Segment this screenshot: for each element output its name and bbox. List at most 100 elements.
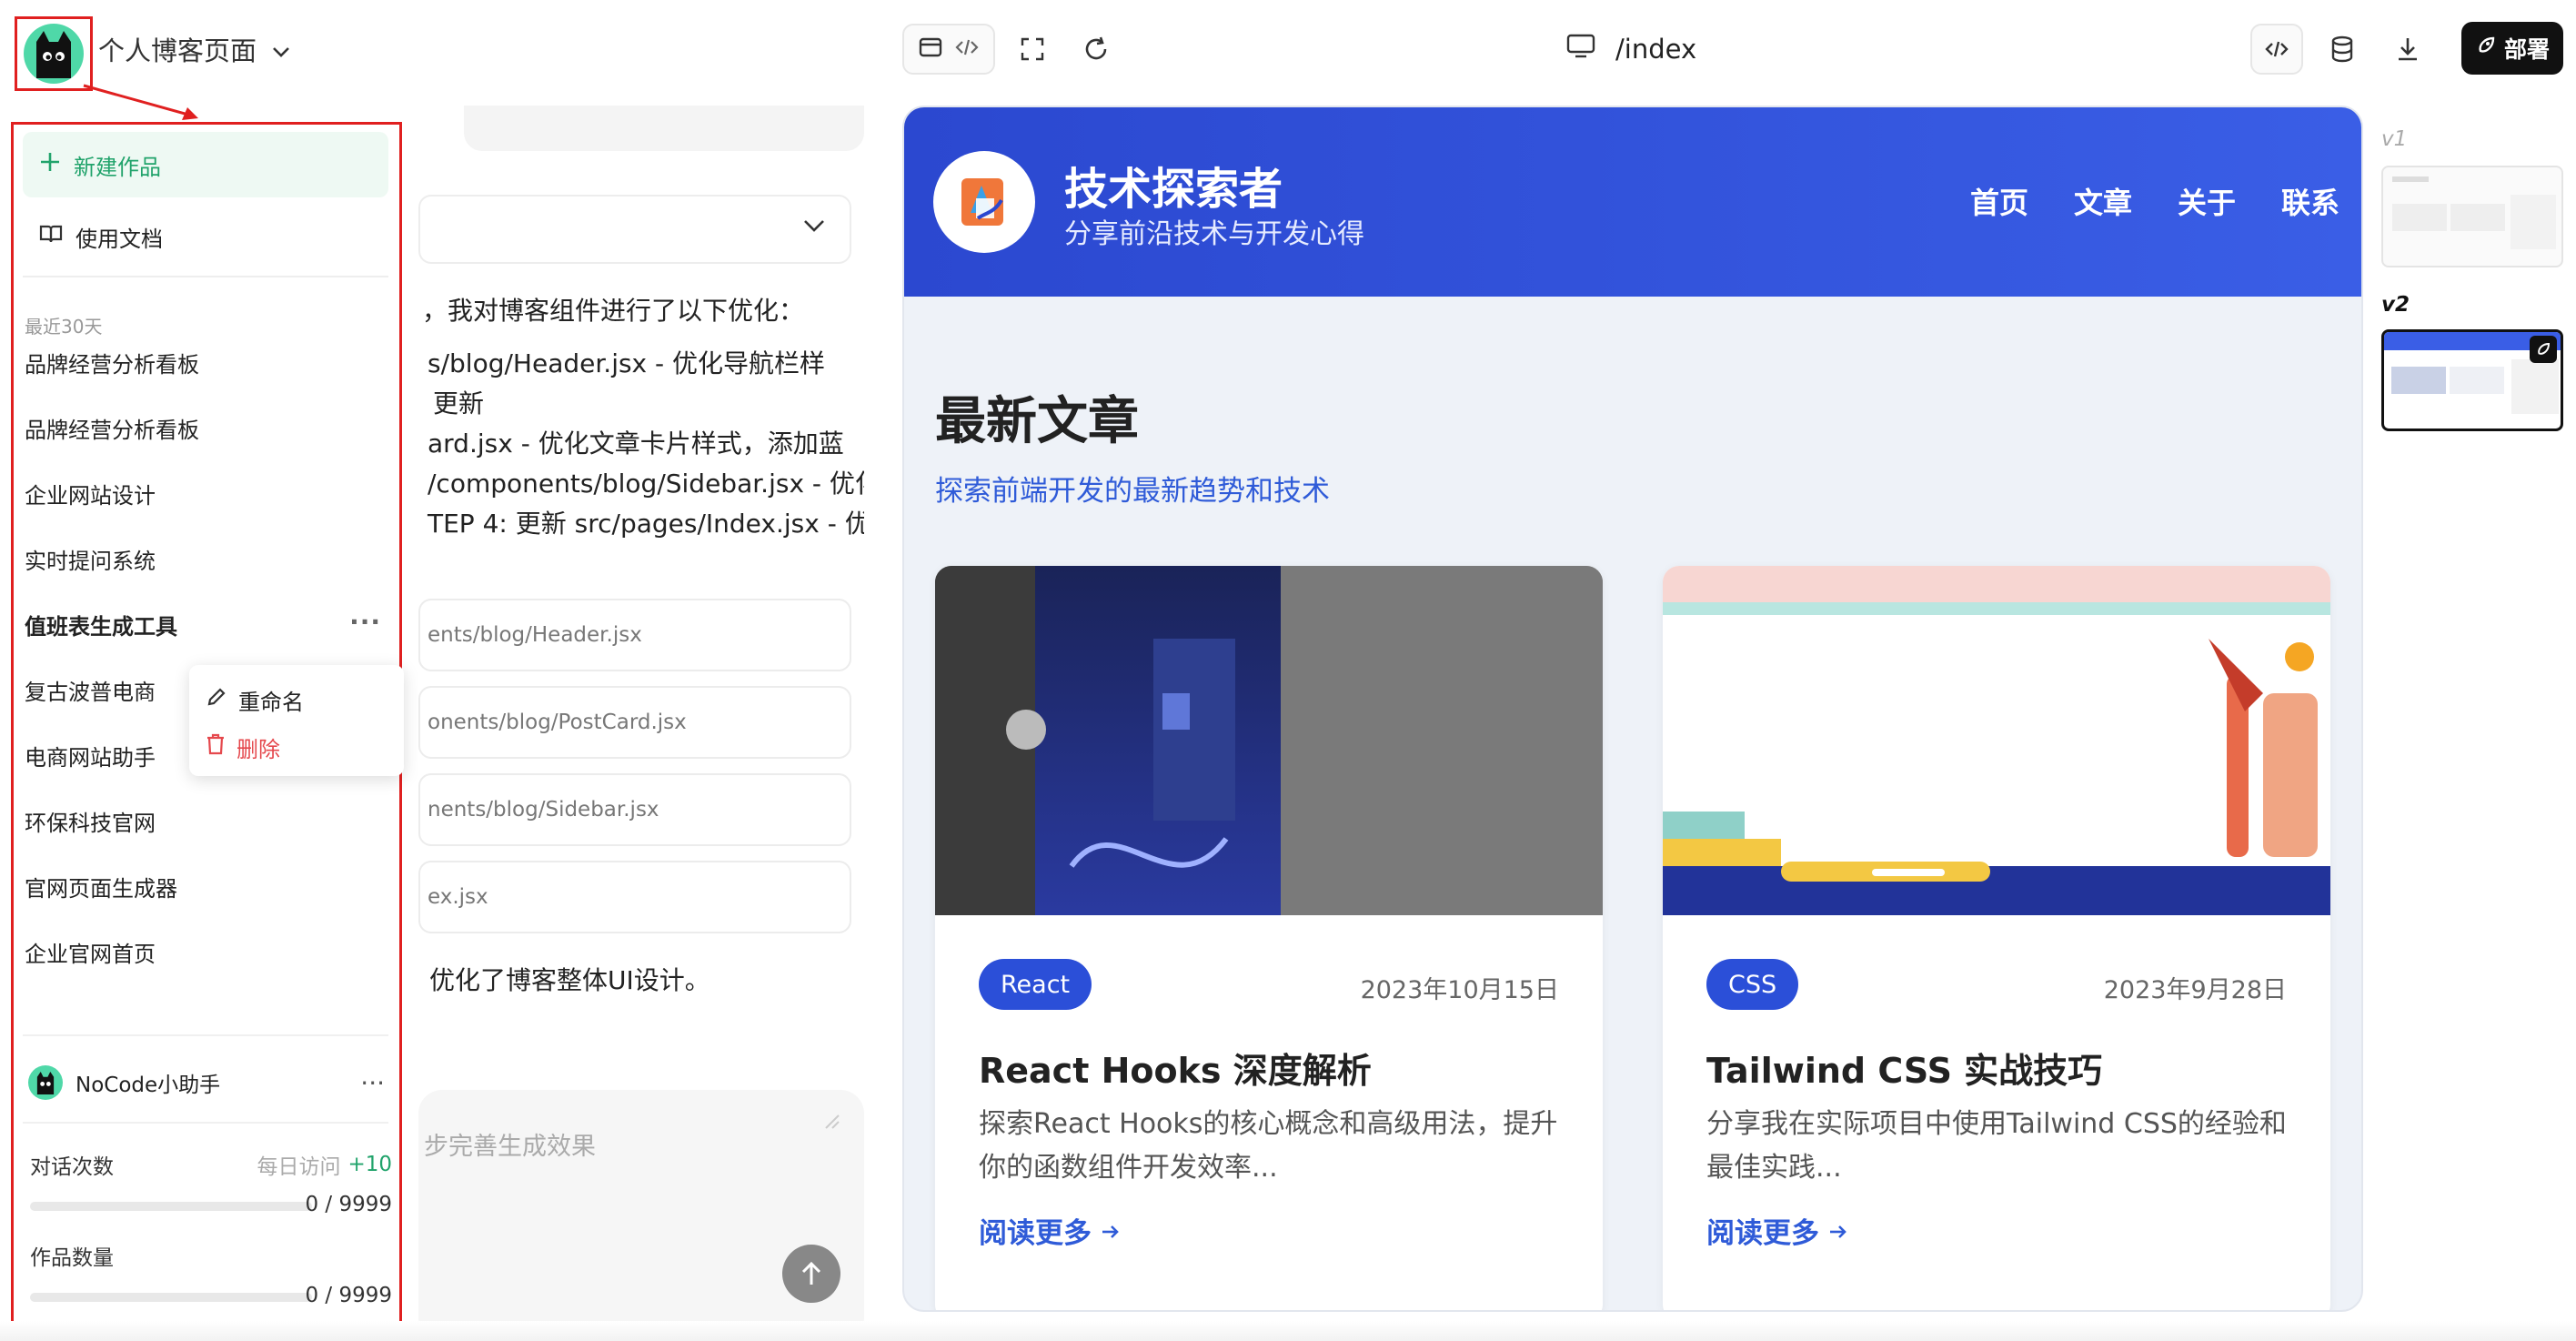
site-preview: 技术探索者 分享前沿技术与开发心得 首页 文章 关于 联系 最新文章 探索前端开… bbox=[902, 106, 2363, 1312]
chat-input-placeholder: 步完善生成效果 bbox=[424, 1133, 596, 1161]
context-menu: 重命名 删除 bbox=[189, 665, 404, 776]
monitor-icon[interactable] bbox=[1566, 33, 1595, 66]
chat-panel: ，我对博客组件进行了以下优化： s/blog/Header.jsx - 优化导航… bbox=[418, 106, 864, 1341]
new-work-label: 新建作品 bbox=[74, 154, 161, 180]
post-image-illustration bbox=[1663, 566, 2330, 915]
arrow-up-icon bbox=[801, 1261, 821, 1285]
plus-icon bbox=[39, 151, 61, 178]
file-card[interactable]: nents/blog/Sidebar.jsx bbox=[418, 773, 851, 846]
nav-contact[interactable]: 联系 bbox=[2281, 180, 2340, 222]
arrow-right-icon bbox=[1828, 1215, 1848, 1247]
file-card[interactable]: ents/blog/Header.jsx bbox=[418, 599, 851, 671]
rocket-icon bbox=[2530, 336, 2557, 363]
fullscreen-button[interactable] bbox=[1006, 24, 1059, 75]
project-title: 个人博客页面 bbox=[98, 35, 257, 66]
chat-line: TEP 4: 更新 src/pages/Index.jsx - 优 bbox=[428, 509, 864, 539]
browser-icon[interactable] bbox=[919, 36, 942, 62]
sidebar-panel: 新建作品 使用文档 最近30天 品牌经营分析看板 品牌经营分析看板 企业网站设计… bbox=[11, 122, 404, 1332]
site-logo[interactable] bbox=[933, 151, 1035, 253]
assistant-name: NoCode小助手 bbox=[75, 1074, 221, 1097]
database-icon bbox=[2331, 35, 2353, 63]
new-work-button[interactable]: 新建作品 bbox=[23, 132, 388, 197]
download-button[interactable] bbox=[2381, 24, 2434, 75]
view-toggle[interactable] bbox=[902, 24, 995, 75]
sidebar-item-label: 实时提问系统 bbox=[25, 548, 156, 574]
assistant-account[interactable]: NoCode小助手 ··· bbox=[28, 1051, 392, 1114]
rename-menu-item[interactable]: 重命名 bbox=[206, 676, 387, 723]
post-card[interactable]: CSS 2023年9月28日 Tailwind CSS 实战技巧 分享我在实际项… bbox=[1663, 566, 2330, 1310]
works-progress-bar bbox=[30, 1293, 312, 1302]
site-title: 技术探索者 bbox=[1064, 164, 1283, 215]
post-tag[interactable]: CSS bbox=[1706, 959, 1799, 1010]
version-thumbnail-v1[interactable] bbox=[2381, 166, 2563, 267]
chats-value: 0 / 9999 bbox=[305, 1193, 392, 1216]
project-switcher[interactable]: 个人博客页面 bbox=[98, 29, 291, 69]
code-icon[interactable] bbox=[955, 37, 979, 61]
file-path: onents/blog/PostCard.jsx bbox=[428, 711, 687, 734]
version-thumbnail-v2[interactable] bbox=[2381, 329, 2563, 431]
code-icon bbox=[2265, 41, 2289, 57]
chat-intro: ，我对博客组件进行了以下优化： bbox=[422, 296, 805, 326]
chevron-down-icon[interactable] bbox=[802, 218, 826, 237]
version-label: v2 bbox=[2381, 293, 2410, 317]
docs-label: 使用文档 bbox=[75, 226, 163, 252]
resize-handle-icon[interactable] bbox=[824, 1114, 840, 1134]
user-message-bubble bbox=[464, 106, 864, 151]
refresh-button[interactable] bbox=[1070, 24, 1122, 75]
nav-about[interactable]: 关于 bbox=[2178, 180, 2236, 222]
delete-menu-item[interactable]: 删除 bbox=[206, 723, 387, 771]
post-description: 分享我在实际项目中使用Tailwind CSS的经验和最佳实践... bbox=[1706, 1108, 2287, 1184]
chat-summary: 优化了博客整体UI设计。 bbox=[429, 965, 710, 995]
nav-articles[interactable]: 文章 bbox=[2074, 180, 2132, 222]
post-description: 探索React Hooks的核心概念和高级用法，提升你的函数组件开发效率... bbox=[979, 1108, 1558, 1184]
sidebar-item-project[interactable]: 实时提问系统 bbox=[25, 532, 388, 585]
deploy-button[interactable]: 部署 bbox=[2461, 22, 2563, 75]
nav-home[interactable]: 首页 bbox=[1970, 180, 2028, 222]
sidebar-item-project[interactable]: 品牌经营分析看板 bbox=[25, 401, 388, 454]
sidebar-item-project[interactable]: 环保科技官网 bbox=[25, 794, 388, 847]
sidebar-item-project[interactable]: 品牌经营分析看板 bbox=[25, 336, 388, 388]
pencil-icon bbox=[206, 686, 227, 713]
collapsible-steps[interactable] bbox=[418, 195, 851, 264]
source-code-button[interactable] bbox=[2250, 24, 2303, 75]
file-path: ents/blog/Header.jsx bbox=[428, 623, 642, 647]
post-title[interactable]: React Hooks 深度解析 bbox=[979, 1043, 1372, 1093]
daily-visit-label: 每日访问 bbox=[257, 1155, 341, 1179]
database-button[interactable] bbox=[2316, 24, 2369, 75]
section-title: 最新文章 bbox=[935, 392, 1139, 451]
sidebar-item-project-active[interactable]: 值班表生成工具 ··· bbox=[25, 598, 388, 650]
chat-line: /components/blog/Sidebar.jsx - 优化 bbox=[428, 469, 864, 499]
send-button[interactable] bbox=[782, 1245, 840, 1303]
chat-line: ard.jsx - 优化文章卡片样式，添加蓝 bbox=[428, 429, 844, 459]
works-value: 0 / 9999 bbox=[305, 1284, 392, 1307]
site-header: 技术探索者 分享前沿技术与开发心得 首页 文章 关于 联系 bbox=[904, 107, 2361, 297]
chat-input-box[interactable]: 步完善生成效果 bbox=[418, 1090, 864, 1341]
post-title[interactable]: Tailwind CSS 实战技巧 bbox=[1706, 1043, 2102, 1093]
more-options-icon[interactable]: ··· bbox=[349, 607, 381, 637]
sidebar-item-project[interactable]: 企业官网首页 bbox=[25, 925, 388, 978]
chats-label: 对话次数 bbox=[30, 1155, 114, 1179]
file-card[interactable]: ex.jsx bbox=[418, 861, 851, 933]
read-more-link[interactable]: 阅读更多 bbox=[979, 1210, 1121, 1251]
more-options-icon[interactable]: ··· bbox=[360, 1068, 385, 1098]
sidebar-item-project[interactable]: 企业网站设计 bbox=[25, 467, 388, 519]
post-tag[interactable]: React bbox=[979, 959, 1092, 1010]
docs-link[interactable]: 使用文档 bbox=[23, 205, 388, 268]
sidebar-item-label: 复古波普电商 bbox=[25, 679, 156, 705]
daily-bonus: +10 bbox=[347, 1153, 392, 1176]
sidebar-item-label: 电商网站助手 bbox=[25, 744, 156, 771]
site-logo-icon bbox=[961, 178, 1003, 226]
sidebar-item-label: 环保科技官网 bbox=[25, 810, 156, 836]
chat-line: s/blog/Header.jsx - 优化导航栏样 bbox=[428, 348, 826, 378]
post-card[interactable]: React 2023年10月15日 React Hooks 深度解析 探索Rea… bbox=[935, 566, 1603, 1310]
read-more-link[interactable]: 阅读更多 bbox=[1706, 1210, 1848, 1251]
rocket-icon bbox=[2475, 35, 2497, 62]
post-date: 2023年10月15日 bbox=[1360, 976, 1559, 1004]
sidebar-item-project[interactable]: 官网页面生成器 bbox=[25, 860, 388, 912]
post-date: 2023年9月28日 bbox=[2103, 976, 2287, 1004]
app-logo-highlight[interactable] bbox=[15, 16, 93, 91]
cat-logo-icon bbox=[36, 31, 71, 78]
deploy-label: 部署 bbox=[2503, 36, 2550, 63]
file-card[interactable]: onents/blog/PostCard.jsx bbox=[418, 686, 851, 759]
divider bbox=[23, 1122, 388, 1124]
